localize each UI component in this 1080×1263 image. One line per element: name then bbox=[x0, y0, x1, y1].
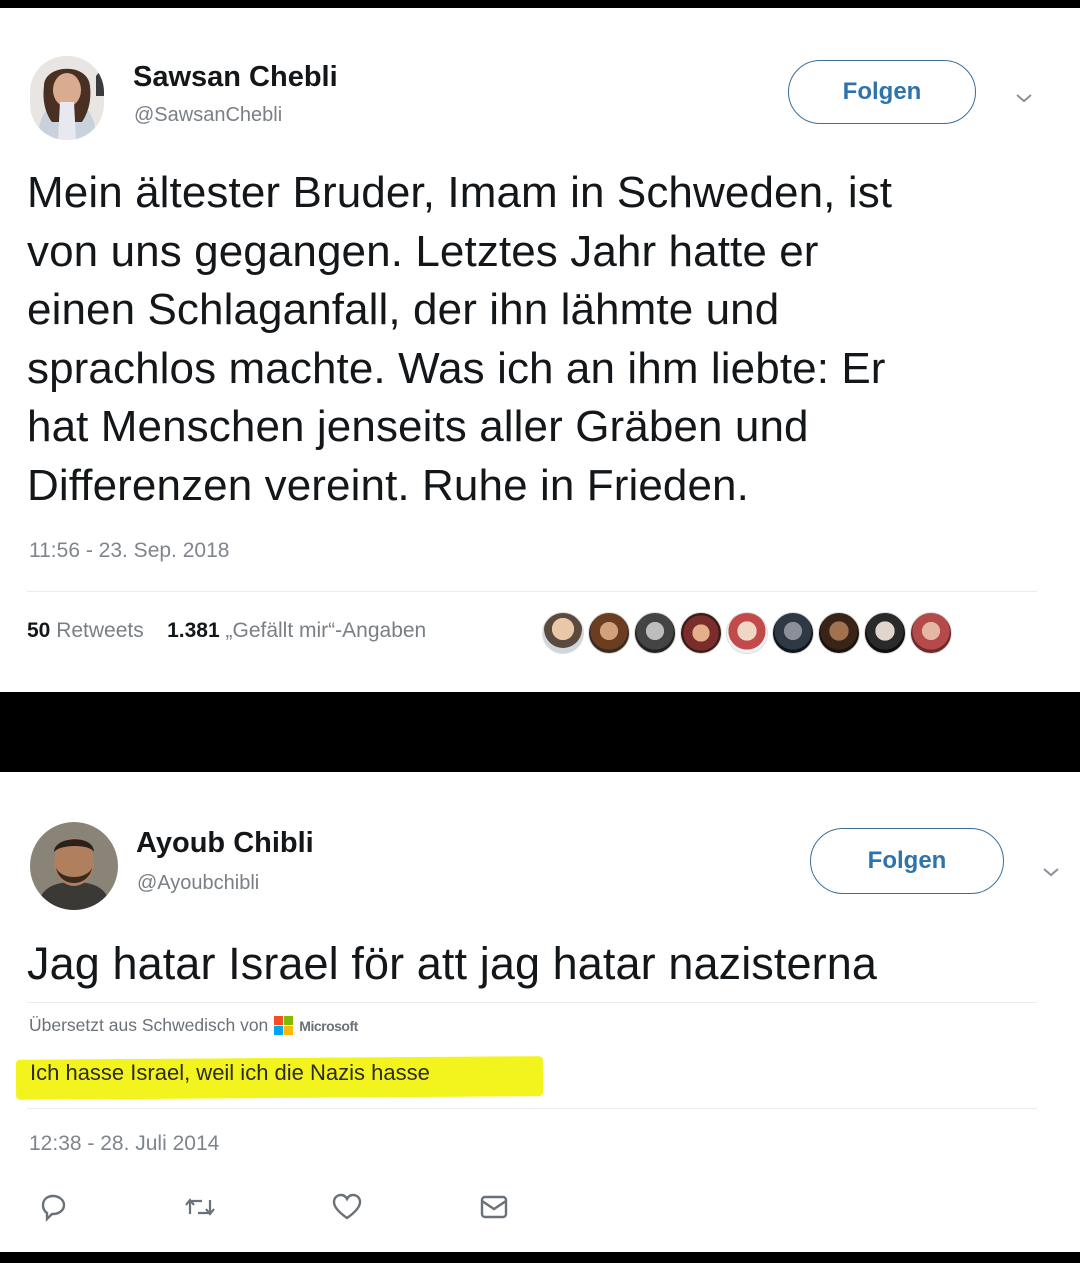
avatar[interactable] bbox=[30, 56, 104, 140]
retweets-count[interactable]: 50 bbox=[27, 619, 50, 642]
liker-avatar[interactable] bbox=[588, 612, 630, 654]
engagement-stats: 50 Retweets 1.381 „Gefällt mir“-Angaben bbox=[27, 619, 426, 643]
timestamp[interactable]: 11:56 - 23. Sep. 2018 bbox=[29, 539, 229, 563]
divider bbox=[27, 591, 1037, 592]
liker-avatar[interactable] bbox=[818, 612, 860, 654]
liker-avatar[interactable] bbox=[726, 612, 768, 654]
follow-button[interactable]: Folgen bbox=[810, 828, 1004, 894]
tweet-text-line: von uns gegangen. Letztes Jahr hatte er bbox=[27, 226, 819, 276]
action-bar bbox=[0, 1192, 600, 1232]
liker-avatar[interactable] bbox=[680, 612, 722, 654]
tweet-text-line: Differenzen vereint. Ruhe in Frieden. bbox=[27, 460, 749, 510]
author-handle[interactable]: @SawsanChebli bbox=[134, 104, 282, 127]
retweets-label[interactable]: Retweets bbox=[56, 619, 144, 642]
likes-label[interactable]: „Gefällt mir“-Angaben bbox=[226, 619, 427, 642]
liker-avatar[interactable] bbox=[910, 612, 952, 654]
tweet-text-line: hat Menschen jenseits aller Gräben und bbox=[27, 402, 809, 451]
timestamp[interactable]: 12:38 - 28. Juli 2014 bbox=[29, 1132, 219, 1156]
liker-avatar[interactable] bbox=[864, 612, 906, 654]
chevron-down-icon[interactable] bbox=[1015, 84, 1033, 110]
avatar[interactable] bbox=[30, 822, 118, 910]
direct-message-icon[interactable] bbox=[478, 1192, 510, 1227]
liker-avatars bbox=[542, 612, 952, 654]
tweet-text-line: einen Schlaganfall, der ihn lähmte und bbox=[27, 285, 780, 334]
reply-icon[interactable] bbox=[38, 1192, 68, 1227]
follow-button[interactable]: Folgen bbox=[788, 60, 976, 124]
tweet-text: Jag hatar Israel för att jag hatar nazis… bbox=[27, 938, 877, 989]
liker-avatar[interactable] bbox=[542, 612, 584, 654]
tweet-card-sawsan: Sawsan Chebli @SawsanChebli Folgen Mein … bbox=[0, 8, 1080, 692]
tweet-card-ayoub: Ayoub Chibli @Ayoubchibli Folgen Jag hat… bbox=[0, 772, 1080, 1252]
translator-brand: Microsoft bbox=[299, 1017, 358, 1034]
translated-from-label: Übersetzt aus Schwedisch von bbox=[29, 1015, 269, 1035]
divider bbox=[27, 1108, 1037, 1109]
author-name[interactable]: Sawsan Chebli bbox=[133, 61, 338, 94]
tweet-text-line: sprachlos machte. Was ich an ihm liebte:… bbox=[27, 343, 886, 393]
likes-count[interactable]: 1.381 bbox=[167, 619, 220, 642]
tweet-text: Mein ältester Bruder, Imam in Schweden, … bbox=[27, 164, 892, 515]
chevron-down-icon[interactable] bbox=[1042, 858, 1060, 884]
retweet-icon[interactable] bbox=[182, 1192, 218, 1227]
microsoft-logo-icon bbox=[274, 1016, 294, 1035]
translation-attribution: Übersetzt aus Schwedisch von Microsoft bbox=[29, 1015, 358, 1036]
liker-avatar[interactable] bbox=[634, 612, 676, 654]
translated-text: Ich hasse Israel, weil ich die Nazis has… bbox=[30, 1060, 430, 1085]
divider bbox=[27, 1002, 1037, 1003]
author-name[interactable]: Ayoub Chibli bbox=[136, 827, 314, 860]
author-handle[interactable]: @Ayoubchibli bbox=[137, 872, 259, 895]
liker-avatar[interactable] bbox=[772, 612, 814, 654]
like-icon[interactable] bbox=[331, 1192, 363, 1227]
tweet-text-line: Mein ältester Bruder, Imam in Schweden, … bbox=[27, 168, 893, 217]
